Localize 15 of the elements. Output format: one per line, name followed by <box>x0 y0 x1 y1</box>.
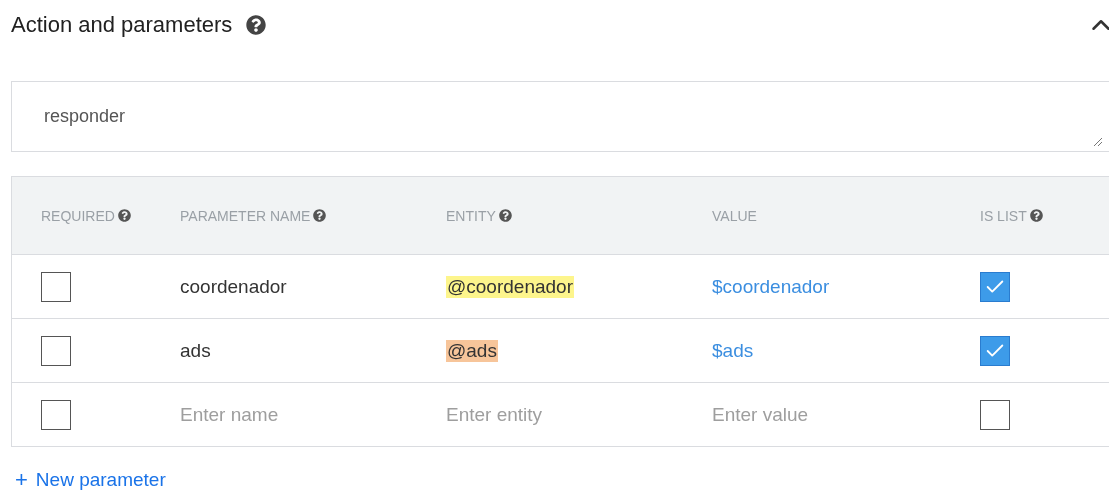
parameter-name: ads <box>180 339 211 362</box>
column-header: VALUE <box>712 207 757 224</box>
column-header: PARAMETER NAME <box>180 207 327 224</box>
action-field[interactable]: responder <box>11 81 1109 152</box>
parameter-value: $ads <box>712 339 754 362</box>
new-parameter-link[interactable]: + New parameter <box>15 467 166 493</box>
entity-tag: @ads <box>446 339 498 362</box>
plus-icon: + <box>15 467 28 493</box>
parameter-value: $coordenador <box>712 275 830 298</box>
column-header: REQUIRED <box>41 207 131 224</box>
column-header: IS LIST <box>980 207 1043 224</box>
column-header: ENTITY <box>446 207 512 224</box>
entity-tag: @coordenador <box>446 275 574 298</box>
section-title: Action and parameters <box>11 12 233 38</box>
parameter-name: coordenador <box>180 275 287 298</box>
